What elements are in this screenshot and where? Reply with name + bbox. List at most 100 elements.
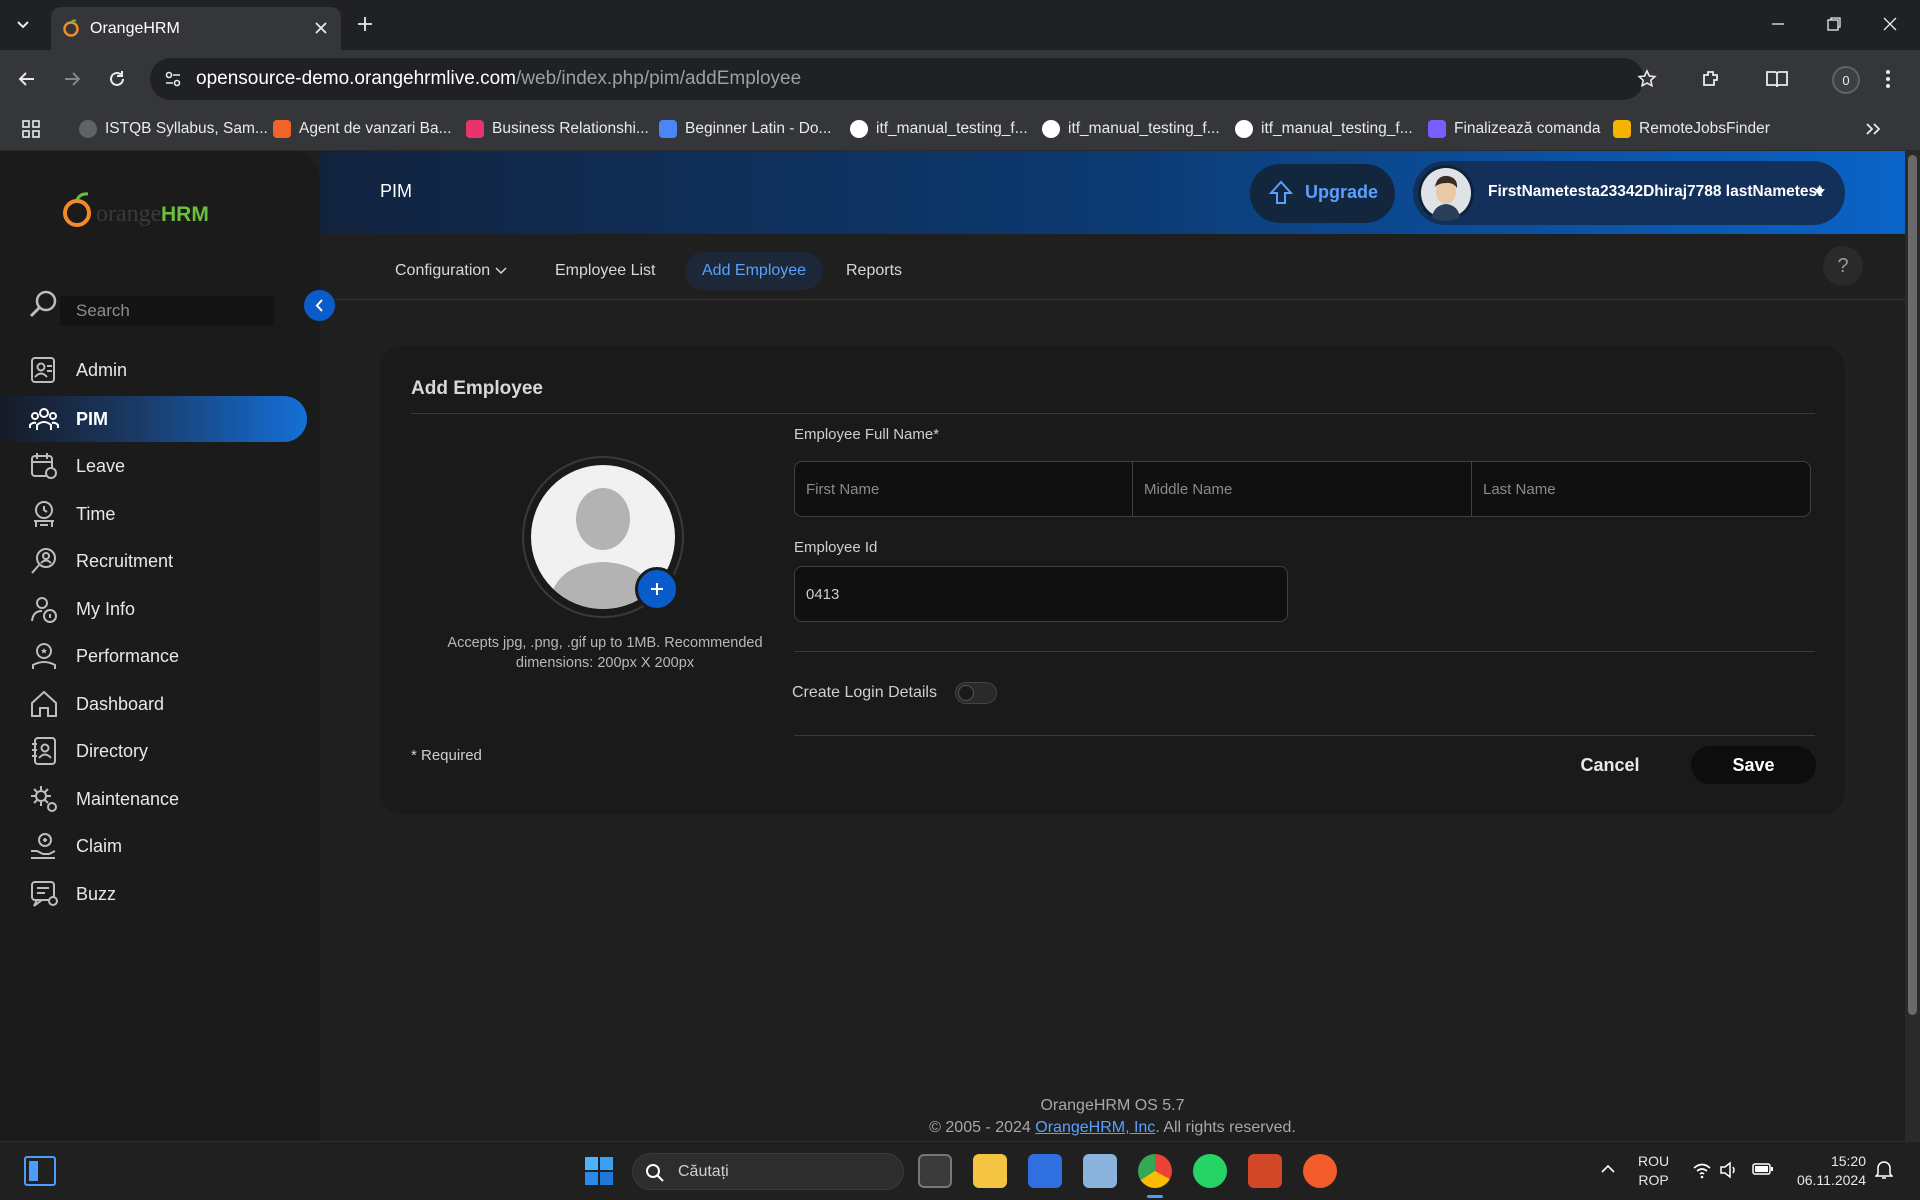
- reload-icon[interactable]: [107, 69, 127, 89]
- company-link[interactable]: OrangeHRM, Inc: [1035, 1119, 1155, 1136]
- new-tab-icon[interactable]: [356, 15, 374, 33]
- add-employee-tab[interactable]: Add Employee: [685, 252, 824, 290]
- cancel-button[interactable]: Cancel: [1556, 746, 1664, 784]
- sidebar-item-label: Admin: [76, 359, 128, 380]
- bookmark-1[interactable]: ISTQB Syllabus, Sam...: [79, 116, 268, 142]
- apps-grid-icon[interactable]: [22, 120, 40, 138]
- create-login-toggle[interactable]: [955, 682, 997, 704]
- notifications-bell-icon[interactable]: [1875, 1160, 1893, 1180]
- sidebar-item-label: Dashboard: [76, 693, 165, 714]
- microsoft-store-icon[interactable]: [1028, 1154, 1062, 1188]
- toggle-knob: [958, 685, 974, 701]
- add-photo-button[interactable]: [635, 567, 679, 611]
- chrome-icon[interactable]: [1138, 1154, 1172, 1188]
- last-name-input[interactable]: Last Name: [1472, 461, 1811, 517]
- site-info-icon[interactable]: [164, 70, 182, 88]
- show-hidden-icons-icon[interactable]: [1600, 1163, 1616, 1175]
- reports-tab[interactable]: Reports: [829, 252, 919, 290]
- restore-window-icon[interactable]: [1826, 16, 1842, 32]
- windows-taskbar: Căutați ROU ROP 15:20 06.11.2024: [0, 1141, 1920, 1200]
- browser-tab-orangehrm[interactable]: OrangeHRM: [51, 7, 341, 50]
- wifi-icon[interactable]: [1692, 1161, 1712, 1179]
- first-name-input[interactable]: First Name: [794, 461, 1133, 517]
- maintenance-icon: [31, 786, 57, 812]
- bookmark-2[interactable]: Agent de vanzari Ba...: [273, 116, 452, 142]
- lang-top: ROU: [1638, 1153, 1670, 1169]
- footer-copyright: © 2005 - 2024 OrangeHRM, Inc. All rights…: [320, 1117, 1905, 1139]
- sidebar-item-directory[interactable]: Directory: [0, 728, 320, 774]
- back-icon[interactable]: [17, 69, 37, 89]
- bookmark-5[interactable]: itf_manual_testing_f...: [850, 116, 1028, 142]
- configuration-menu[interactable]: Configuration: [378, 252, 524, 290]
- upgrade-button[interactable]: Upgrade: [1250, 164, 1395, 223]
- volume-icon[interactable]: [1719, 1161, 1739, 1179]
- sidebar-search-input[interactable]: Search: [60, 296, 274, 326]
- chevron-left-icon: [315, 299, 323, 312]
- page-scrollbar[interactable]: [1905, 151, 1920, 1141]
- sidebar-item-claim[interactable]: Claim: [0, 823, 320, 869]
- recruitment-icon: [31, 548, 56, 574]
- sidebar-item-admin[interactable]: Admin: [0, 347, 320, 393]
- sidebar-item-time[interactable]: Time: [0, 491, 320, 537]
- extensions-icon[interactable]: [1700, 68, 1722, 90]
- employee-list-tab[interactable]: Employee List: [538, 252, 673, 290]
- sidebar-item-dashboard[interactable]: Dashboard: [0, 681, 320, 727]
- bookmark-6[interactable]: itf_manual_testing_f...: [1042, 116, 1220, 142]
- sidebar-item-my-info[interactable]: My Info: [0, 586, 320, 632]
- middle-name-input[interactable]: Middle Name: [1133, 461, 1472, 517]
- sidebar-item-label: Performance: [76, 645, 180, 666]
- whatsapp-icon[interactable]: [1193, 1154, 1227, 1188]
- more-bookmarks-icon[interactable]: [1864, 120, 1882, 138]
- windows-start-icon[interactable]: [584, 1156, 614, 1186]
- file-explorer-icon[interactable]: [973, 1154, 1007, 1188]
- tab-search-chevron-icon[interactable]: [14, 15, 32, 33]
- bookmark-7[interactable]: itf_manual_testing_f...: [1235, 116, 1413, 142]
- photos-app-icon[interactable]: [1083, 1154, 1117, 1188]
- user-dropdown[interactable]: FirstNametesta23342Dhiraj7788 lastNamete…: [1413, 161, 1845, 225]
- taskbar-search[interactable]: Căutați: [632, 1153, 904, 1190]
- task-view-icon[interactable]: [918, 1154, 952, 1188]
- sidebar-item-leave[interactable]: Leave: [0, 443, 320, 489]
- browser-menu-icon[interactable]: [1884, 68, 1892, 90]
- input-language[interactable]: ROU ROP: [1638, 1152, 1669, 1190]
- sidebar-item-pim[interactable]: PIM: [0, 396, 307, 442]
- chevron-down-icon: [495, 267, 507, 275]
- sidebar-item-performance[interactable]: Performance: [0, 633, 320, 679]
- orange-fruit-icon: [63, 192, 91, 227]
- time-icon: [34, 501, 54, 527]
- employee-list-label: Employee List: [555, 262, 656, 279]
- collapse-sidebar-button[interactable]: [304, 290, 335, 321]
- sidebar-item-maintenance[interactable]: Maintenance: [0, 776, 320, 822]
- widgets-icon[interactable]: [24, 1156, 56, 1186]
- close-tab-icon[interactable]: [314, 21, 328, 35]
- profile-avatar[interactable]: 0: [1832, 66, 1860, 94]
- minimize-window-icon[interactable]: [1770, 16, 1786, 32]
- save-button[interactable]: Save: [1691, 746, 1816, 784]
- bookmark-4[interactable]: Beginner Latin - Do...: [659, 116, 831, 142]
- powerpoint-icon[interactable]: [1248, 1154, 1282, 1188]
- leave-icon: [31, 453, 57, 479]
- clock[interactable]: 15:20 06.11.2024: [1790, 1152, 1866, 1190]
- sidebar-item-label: Time: [76, 503, 116, 524]
- bookmark-9[interactable]: RemoteJobsFinder: [1613, 116, 1770, 142]
- footer-version: OrangeHRM OS 5.7: [1040, 1097, 1185, 1114]
- address-bar[interactable]: opensource-demo.orangehrmlive.com/web/in…: [150, 58, 1657, 100]
- sidebar-item-label: Leave: [76, 455, 126, 476]
- employee-id-input[interactable]: 0413: [794, 566, 1288, 622]
- logo-text-orange: orange: [96, 201, 162, 227]
- github-favicon-icon: [1235, 120, 1253, 138]
- bookmark-8[interactable]: Finalizează comanda: [1428, 116, 1600, 142]
- battery-icon[interactable]: [1752, 1162, 1774, 1176]
- sidebar-item-recruitment[interactable]: Recruitment: [0, 538, 320, 584]
- close-window-icon[interactable]: [1882, 16, 1898, 32]
- bookmark-3[interactable]: Business Relationshi...: [466, 116, 649, 142]
- reading-mode-icon[interactable]: [1765, 68, 1789, 90]
- bookmark-star-icon[interactable]: [1637, 69, 1657, 89]
- help-button[interactable]: ?: [1823, 246, 1863, 286]
- media-player-icon[interactable]: [1303, 1154, 1337, 1188]
- forward-icon[interactable]: [62, 69, 82, 89]
- orangehrm-logo[interactable]: orange HRM: [60, 191, 220, 231]
- sidebar-item-buzz[interactable]: Buzz: [0, 871, 320, 917]
- scrollbar-thumb[interactable]: [1908, 155, 1917, 1015]
- github-favicon-icon: [1042, 120, 1060, 138]
